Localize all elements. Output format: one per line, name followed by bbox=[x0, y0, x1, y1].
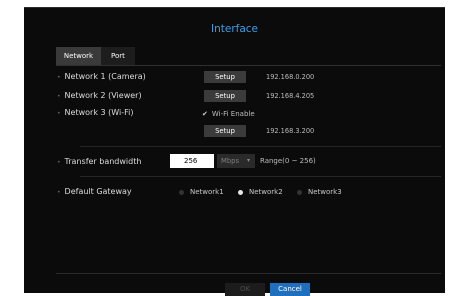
network3-ip: 192.168.3.200 bbox=[266, 127, 315, 135]
gateway-option-label: Network1 bbox=[190, 188, 224, 196]
gateway-label: Default Gateway bbox=[64, 187, 132, 196]
bullet-icon: • bbox=[57, 93, 61, 100]
network3-row-label: • Network 3 (Wi-Fi) bbox=[57, 108, 133, 117]
gateway-option-network1[interactable]: Network1 bbox=[179, 188, 224, 196]
network1-setup-button[interactable]: Setup bbox=[204, 71, 246, 83]
cancel-button[interactable]: Cancel bbox=[270, 283, 310, 296]
radio-icon bbox=[179, 189, 184, 195]
wifi-enable-checkbox[interactable]: ✔ Wi-Fi Enable bbox=[202, 110, 255, 118]
chevron-down-icon: ▾ bbox=[246, 157, 250, 164]
tab-divider bbox=[56, 65, 441, 66]
top-border bbox=[24, 7, 445, 8]
gateway-option-label: Network3 bbox=[308, 188, 342, 196]
ok-button[interactable]: OK bbox=[225, 283, 265, 296]
tab-port[interactable]: Port bbox=[101, 47, 135, 65]
gateway-row-label: • Default Gateway bbox=[57, 187, 132, 196]
dialog-title: Interface bbox=[210, 23, 258, 35]
gateway-option-network2[interactable]: Network2 bbox=[238, 188, 283, 196]
bandwidth-unit-select[interactable]: Mbps ▾ bbox=[217, 154, 255, 168]
bandwidth-range: Range(0 ~ 256) bbox=[260, 157, 316, 165]
network1-ip: 192.168.0.200 bbox=[266, 73, 315, 81]
wifi-enable-label: Wi-Fi Enable bbox=[211, 110, 255, 118]
network3-label: Network 3 (Wi-Fi) bbox=[64, 108, 134, 117]
bullet-icon: • bbox=[57, 74, 61, 81]
section-divider bbox=[80, 146, 441, 147]
network2-row-label: • Network 2 (Viewer) bbox=[57, 91, 142, 100]
bullet-icon: • bbox=[57, 189, 61, 196]
interface-dialog: Interface Network Port • Network 1 (Camer… bbox=[24, 7, 445, 296]
network2-ip: 192.168.4.205 bbox=[266, 92, 315, 100]
network1-row-label: • Network 1 (Camera) bbox=[57, 72, 146, 81]
network1-label: Network 1 (Camera) bbox=[64, 72, 146, 81]
bullet-icon: • bbox=[57, 159, 61, 166]
footer-divider bbox=[56, 273, 441, 274]
gateway-option-network3[interactable]: Network3 bbox=[297, 188, 342, 196]
bandwidth-input[interactable]: 256 bbox=[170, 154, 214, 168]
section-divider bbox=[80, 176, 441, 177]
bandwidth-unit-value: Mbps bbox=[221, 157, 240, 165]
bandwidth-row-label: • Transfer bandwidth bbox=[57, 157, 141, 166]
tab-network[interactable]: Network bbox=[56, 47, 101, 65]
checkmark-icon: ✔ bbox=[202, 110, 208, 118]
radio-selected-icon bbox=[238, 189, 243, 195]
bandwidth-label: Transfer bandwidth bbox=[64, 157, 142, 166]
network3-setup-button[interactable]: Setup bbox=[204, 125, 246, 137]
network2-label: Network 2 (Viewer) bbox=[64, 91, 142, 100]
radio-icon bbox=[297, 189, 302, 195]
network2-setup-button[interactable]: Setup bbox=[204, 90, 246, 102]
gateway-option-label: Network2 bbox=[249, 188, 283, 196]
bullet-icon: • bbox=[57, 110, 61, 117]
